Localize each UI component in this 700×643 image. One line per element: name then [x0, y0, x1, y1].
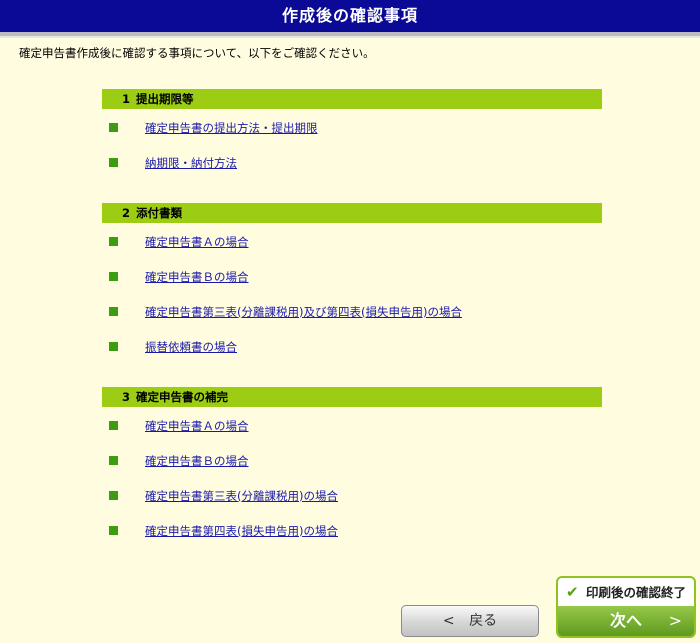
square-bullet-icon	[109, 491, 118, 500]
next-button-label: 次へ	[609, 611, 642, 630]
square-bullet-icon	[109, 526, 118, 535]
section-title: 添付書類	[136, 206, 183, 220]
link-submission-method[interactable]: 確定申告書の提出方法・提出期限	[145, 120, 318, 136]
section-header-deadline: 1 提出期限等	[102, 89, 602, 109]
link-attach-form-b[interactable]: 確定申告書Ｂの場合	[145, 269, 249, 285]
square-bullet-icon	[109, 342, 118, 351]
link-supplement-form-b[interactable]: 確定申告書Ｂの場合	[145, 453, 249, 469]
section-title: 提出期限等	[136, 92, 194, 106]
chevron-right-icon: >	[668, 611, 682, 630]
section-header-supplement: 3 確定申告書の補完	[102, 387, 602, 407]
finish-confirmation-panel: ✔ 印刷後の確認終了 次へ >	[556, 576, 696, 638]
square-bullet-icon	[109, 456, 118, 465]
checkmark-icon: ✔	[566, 583, 579, 601]
section-header-attachments: 2 添付書類	[102, 203, 602, 223]
square-bullet-icon	[109, 272, 118, 281]
square-bullet-icon	[109, 307, 118, 316]
link-supplement-form-3[interactable]: 確定申告書第三表(分離課税用)の場合	[145, 488, 338, 504]
section-number: 3	[122, 390, 131, 404]
link-payment-deadline[interactable]: 納期限・納付方法	[145, 155, 237, 171]
link-attach-form-a[interactable]: 確定申告書Ａの場合	[145, 234, 249, 250]
finish-label: ✔ 印刷後の確認終了	[558, 582, 694, 601]
link-supplement-form-a[interactable]: 確定申告書Ａの場合	[145, 418, 249, 434]
title-divider-light	[0, 36, 700, 38]
next-button[interactable]: 次へ >	[558, 606, 694, 636]
link-attach-transfer-request[interactable]: 振替依頼書の場合	[145, 339, 237, 355]
link-supplement-form-4[interactable]: 確定申告書第四表(損失申告用)の場合	[145, 523, 338, 539]
square-bullet-icon	[109, 421, 118, 430]
chevron-left-icon: <	[442, 613, 455, 629]
link-attach-form-3-4[interactable]: 確定申告書第三表(分離課税用)及び第四表(損失申告用)の場合	[145, 304, 462, 320]
section-number: 1	[122, 92, 131, 106]
square-bullet-icon	[109, 123, 118, 132]
page-title: 作成後の確認事項	[0, 0, 700, 32]
square-bullet-icon	[109, 237, 118, 246]
back-button-label: 戻る	[469, 613, 498, 629]
section-title: 確定申告書の補完	[136, 390, 229, 404]
back-button[interactable]: < 戻る	[401, 605, 539, 637]
intro-text: 確定申告書作成後に確認する事項について、以下をご確認ください。	[19, 46, 375, 60]
section-number: 2	[122, 206, 131, 220]
finish-label-text: 印刷後の確認終了	[585, 585, 686, 600]
square-bullet-icon	[109, 158, 118, 167]
